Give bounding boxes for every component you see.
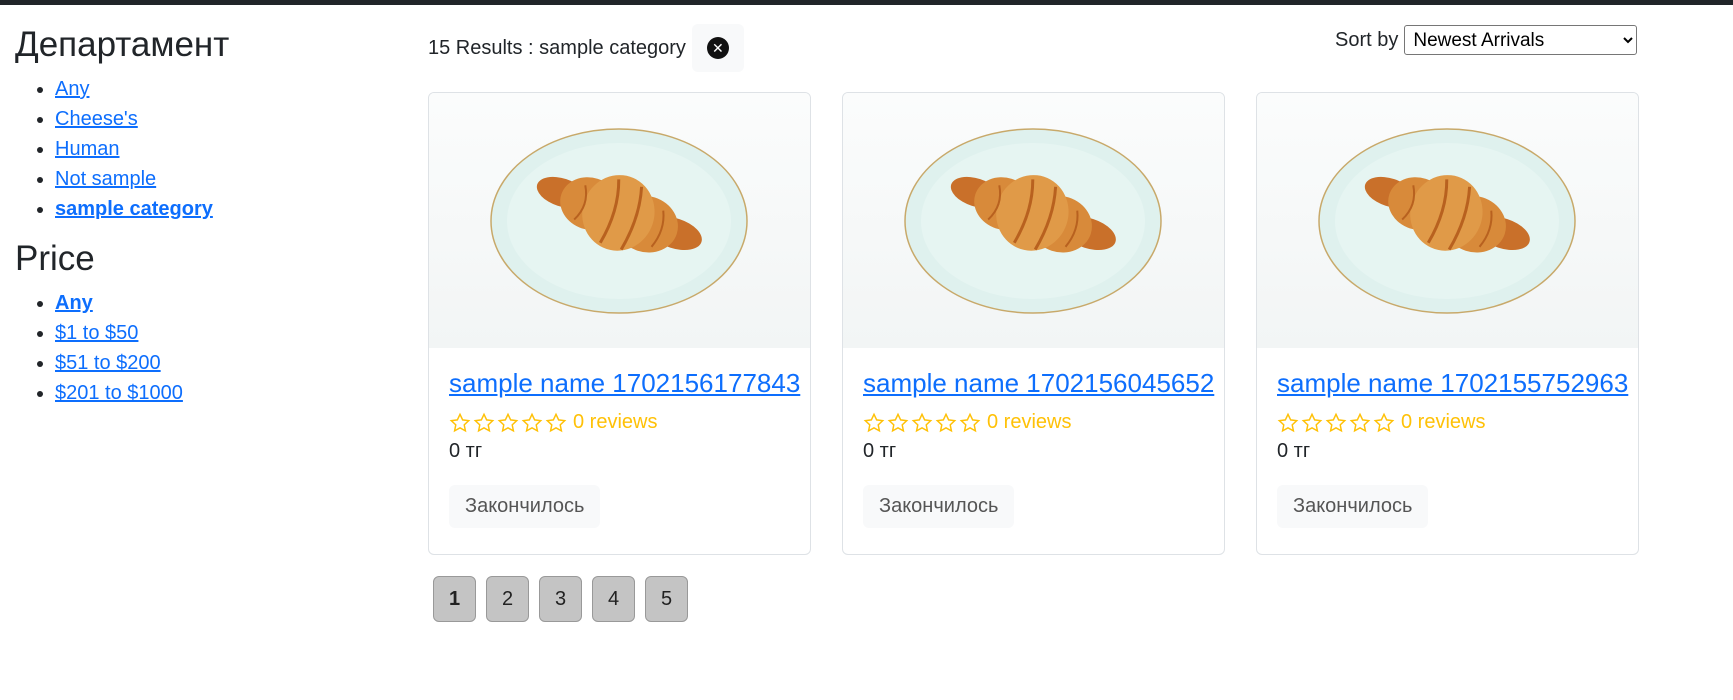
croissant-plate-image bbox=[904, 128, 1162, 314]
product-title-link[interactable]: sample name 1702156177843 bbox=[449, 368, 800, 399]
star-outline-icon bbox=[1277, 412, 1299, 432]
sold-out-button[interactable]: Закончилось bbox=[1277, 485, 1429, 528]
department-item: Human bbox=[55, 134, 395, 164]
price-list: Any $1 to $50 $51 to $200 $201 to $1000 bbox=[15, 288, 395, 408]
product-rating: 0 reviews bbox=[449, 411, 790, 434]
page-button-4[interactable]: 4 bbox=[592, 576, 635, 622]
price-link-any[interactable]: Any bbox=[55, 292, 93, 314]
price-item: $201 to $1000 bbox=[55, 378, 395, 408]
review-count: 0 reviews bbox=[1401, 411, 1486, 433]
star-outline-icon bbox=[911, 412, 933, 432]
star-outline-icon bbox=[449, 412, 471, 432]
department-item: Cheese's bbox=[55, 104, 395, 134]
rating-stars bbox=[449, 412, 567, 434]
department-link-human[interactable]: Human bbox=[55, 138, 119, 160]
product-image[interactable] bbox=[1257, 93, 1638, 348]
product-title-link[interactable]: sample name 1702155752963 bbox=[1277, 368, 1628, 399]
star-outline-icon bbox=[863, 412, 885, 432]
star-outline-icon bbox=[887, 412, 909, 432]
product-title-link[interactable]: sample name 1702156045652 bbox=[863, 368, 1214, 399]
department-link-not-sample[interactable]: Not sample bbox=[55, 168, 156, 190]
star-outline-icon bbox=[521, 412, 543, 432]
pagination: 1 2 3 4 5 bbox=[433, 576, 688, 622]
croissant-plate-image bbox=[490, 128, 748, 314]
product-card: sample name 1702156045652 0 reviews 0 тг… bbox=[842, 92, 1225, 555]
rating-stars bbox=[1277, 412, 1395, 434]
product-card-body: sample name 1702155752963 0 reviews 0 тг… bbox=[1257, 348, 1638, 548]
product-rating: 0 reviews bbox=[863, 411, 1204, 434]
department-heading: Департамент bbox=[15, 25, 230, 64]
page-button-3[interactable]: 3 bbox=[539, 576, 582, 622]
department-item: Any bbox=[55, 74, 395, 104]
star-outline-icon bbox=[959, 412, 981, 432]
price-item-active: Any bbox=[55, 288, 395, 318]
results-bar: 15 Results : sample category ✕ bbox=[428, 24, 744, 72]
product-price: 0 тг bbox=[1277, 440, 1311, 462]
department-list: Any Cheese's Human Not sample sample cat… bbox=[15, 74, 395, 224]
product-price: 0 тг bbox=[449, 440, 483, 462]
price-item: $1 to $50 bbox=[55, 318, 395, 348]
sold-out-button[interactable]: Закончилось bbox=[863, 485, 1015, 528]
product-image[interactable] bbox=[843, 93, 1224, 348]
star-outline-icon bbox=[1325, 412, 1347, 432]
star-outline-icon bbox=[1349, 412, 1371, 432]
department-link-cheeses[interactable]: Cheese's bbox=[55, 108, 138, 130]
product-rating: 0 reviews bbox=[1277, 411, 1618, 434]
croissant-plate-image bbox=[1318, 128, 1576, 314]
star-outline-icon bbox=[935, 412, 957, 432]
department-item: Not sample bbox=[55, 164, 395, 194]
close-circle-icon: ✕ bbox=[706, 37, 729, 59]
review-count: 0 reviews bbox=[987, 411, 1072, 433]
rating-stars bbox=[863, 412, 981, 434]
star-outline-icon bbox=[497, 412, 519, 432]
top-bar bbox=[0, 0, 1733, 5]
price-link-1-50[interactable]: $1 to $50 bbox=[55, 322, 138, 344]
product-grid: sample name 1702156177843 0 reviews 0 тг… bbox=[428, 92, 1639, 555]
sort-select[interactable]: Newest Arrivals bbox=[1404, 25, 1638, 55]
sort-label: Sort by bbox=[1335, 28, 1399, 51]
price-heading: Price bbox=[15, 239, 95, 278]
star-outline-icon bbox=[545, 412, 567, 432]
price-item: $51 to $200 bbox=[55, 348, 395, 378]
page-button-5[interactable]: 5 bbox=[645, 576, 688, 622]
department-item-active: sample category bbox=[55, 194, 395, 224]
product-card: sample name 1702156177843 0 reviews 0 тг… bbox=[428, 92, 811, 555]
price-link-51-200[interactable]: $51 to $200 bbox=[55, 352, 161, 374]
results-count: 15 Results : sample category bbox=[428, 36, 686, 59]
clear-filter-button[interactable]: ✕ bbox=[691, 24, 744, 72]
star-outline-icon bbox=[1373, 412, 1395, 432]
review-count: 0 reviews bbox=[573, 411, 658, 433]
star-outline-icon bbox=[473, 412, 495, 432]
product-price: 0 тг bbox=[863, 440, 897, 462]
product-image[interactable] bbox=[429, 93, 810, 348]
department-link-sample-category[interactable]: sample category bbox=[55, 198, 213, 220]
product-card: sample name 1702155752963 0 reviews 0 тг… bbox=[1256, 92, 1639, 555]
page-button-2[interactable]: 2 bbox=[486, 576, 529, 622]
star-outline-icon bbox=[1301, 412, 1323, 432]
price-link-201-1000[interactable]: $201 to $1000 bbox=[55, 382, 183, 404]
product-card-body: sample name 1702156045652 0 reviews 0 тг… bbox=[843, 348, 1224, 548]
page-button-1[interactable]: 1 bbox=[433, 576, 476, 622]
filter-sidebar: Департамент Any Cheese's Human Not sampl… bbox=[15, 24, 395, 408]
sold-out-button[interactable]: Закончилось bbox=[449, 485, 601, 528]
product-card-body: sample name 1702156177843 0 reviews 0 тг… bbox=[429, 348, 810, 548]
sort-control: Sort by Newest Arrivals bbox=[1335, 25, 1638, 55]
department-link-any[interactable]: Any bbox=[55, 78, 89, 100]
